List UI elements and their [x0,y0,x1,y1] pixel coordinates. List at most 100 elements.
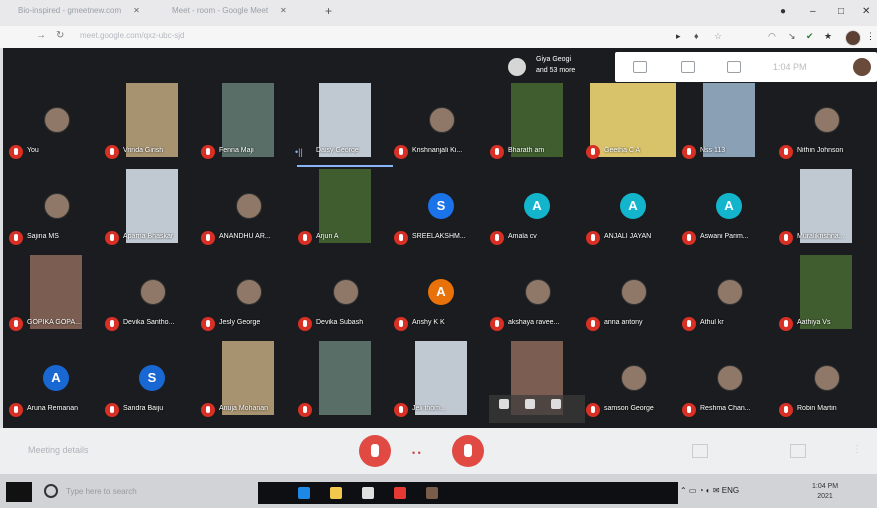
taskbar-date: 2021 [817,493,833,500]
participant-name: Muralikrishna... [797,233,845,240]
participant-tile[interactable]: GOPIKA GOPA... [8,255,104,337]
participant-tile[interactable]: Devika Subash [297,255,393,337]
extension-icon[interactable]: ◠ [768,31,776,42]
chat-icon[interactable] [681,61,695,73]
mic-icon[interactable]: ♦ [694,31,699,41]
info-icon[interactable] [633,61,647,73]
captions-icon[interactable] [692,444,708,458]
participant-tile[interactable]: Arjun A [297,169,393,251]
check-icon[interactable]: ✔ [806,31,814,42]
speaking-indicator-icon: •|| [295,147,303,157]
participant-name: samson George [604,405,654,412]
address-input[interactable]: meet.google.com/qxz-ubc-sjd [80,31,185,40]
participant-name: Bharath am [508,147,545,154]
extension-icon[interactable]: ↘ [788,31,796,42]
more-options-icon[interactable]: ⋮ [852,444,862,456]
task-view-icon[interactable] [298,487,310,499]
meeting-details-button[interactable]: Meeting details [28,445,89,455]
participant-tile[interactable]: anna antony [585,255,681,337]
taskbar-search-input[interactable]: Type here to search [66,487,137,496]
participant-tile[interactable] [489,341,585,423]
start-button[interactable] [6,482,32,502]
taskbar-apps [258,482,678,504]
participant-tile[interactable]: A ANJALI JAYAN [585,169,681,251]
system-tray[interactable]: ⌃ ▭ ◔ ◐ ✉ ENG [680,486,739,495]
search-icon[interactable] [44,484,58,498]
participant-tile[interactable]: A Anshy K K [393,255,489,337]
camera-toggle-button[interactable] [452,435,484,467]
minimize-icon[interactable]: – [810,6,816,17]
participant-tile[interactable]: S SREELAKSHM... [393,169,489,251]
participant-tile[interactable]: A Aswani Parim... [681,169,777,251]
pin-icon[interactable] [499,399,509,409]
account-icon[interactable]: ● [780,6,786,17]
participant-tile[interactable]: Muralikrishna... [778,169,874,251]
participant-tile[interactable]: Sajina MS [8,169,104,251]
participant-tile[interactable]: Aathiya Vs [778,255,874,337]
end-call-icon[interactable]: • • [412,448,421,458]
app-icon[interactable] [362,487,374,499]
participant-tile[interactable]: Vrinda Girish [104,83,200,165]
chrome-icon[interactable] [426,487,438,499]
participant-tile[interactable]: A Amala cv [489,169,585,251]
mute-icon[interactable] [525,399,535,409]
participant-tile[interactable]: Devika Santho... [104,255,200,337]
participant-grid: You Vrinda Girish Fenna Maji •|| Daisy Georg… [8,83,874,428]
participant-video [126,169,178,243]
participant-tile[interactable]: Jesly George [200,255,296,337]
participant-tile[interactable]: A Aruna Remanan [8,341,104,423]
participant-video [319,169,371,243]
reload-icon[interactable]: ↻ [56,30,64,41]
participant-tile[interactable]: Reshma Chan... [681,341,777,423]
participant-avatar [429,107,455,133]
participant-tile[interactable]: S Sandra Baiju [104,341,200,423]
participant-name: Anuja Mohanan [219,405,269,412]
mic-toggle-button[interactable] [359,435,391,467]
muted-mic-icon [490,231,504,245]
tab-title: Bio-inspired - gmeetnew.com [18,6,122,15]
participant-tile[interactable]: Bharath am [489,83,585,165]
extension-icon[interactable]: ★ [824,31,832,42]
participant-name: Arjun A [316,233,339,240]
remove-icon[interactable] [551,399,561,409]
participant-tile[interactable]: •|| Daisy George [295,83,393,167]
participant-video [126,83,178,157]
participant-tile[interactable]: You [8,83,104,165]
present-icon[interactable] [790,444,806,458]
app-icon[interactable] [394,487,406,499]
muted-mic-icon [105,231,119,245]
maximize-icon[interactable]: □ [838,6,844,17]
participant-tile[interactable]: Nss 113 [681,83,777,165]
participant-tile[interactable]: Jeli thom... [393,341,489,423]
close-icon[interactable]: ✕ [280,6,287,15]
participant-tile[interactable]: Geetha C A [585,83,681,165]
profile-avatar[interactable] [845,30,861,46]
camera-icon[interactable]: ▸ [676,31,681,42]
participant-tile[interactable]: Athul kr [681,255,777,337]
participant-tile[interactable]: samson George [585,341,681,423]
bookmark-icon[interactable]: ☆ [714,31,722,42]
close-window-icon[interactable]: ✕ [862,6,870,17]
close-icon[interactable]: ✕ [133,6,140,15]
new-tab-icon[interactable]: + [325,4,332,18]
file-explorer-icon[interactable] [330,487,342,499]
people-icon[interactable] [727,61,741,73]
participant-tile[interactable]: Aparna Bhaskar [104,169,200,251]
participant-tile[interactable]: akshaya ravee... [489,255,585,337]
browser-tab[interactable]: Bio-inspired - gmeetnew.com ✕ [18,6,140,20]
muted-mic-icon [201,403,215,417]
taskbar-clock[interactable]: 1:04 PM 2021 [812,482,838,502]
participant-tile[interactable]: Fenna Maji [200,83,296,165]
participant-video [222,83,274,157]
participant-tile[interactable]: Robin Martin [778,341,874,423]
participant-tile[interactable]: Anuja Mohanan [200,341,296,423]
participant-initial-avatar: S [428,193,454,219]
menu-icon[interactable]: ⋮ [866,31,875,42]
participant-tile[interactable]: Krishnanjali Ki... [393,83,489,165]
forward-icon[interactable]: → [36,30,46,41]
participant-tile[interactable] [297,341,393,423]
participant-name: ANANDHU AR... [219,233,271,240]
browser-tab[interactable]: Meet - room - Google Meet ✕ [172,6,287,20]
participant-tile[interactable]: ANANDHU AR... [200,169,296,251]
participant-tile[interactable]: Nithin Johnson [778,83,874,165]
